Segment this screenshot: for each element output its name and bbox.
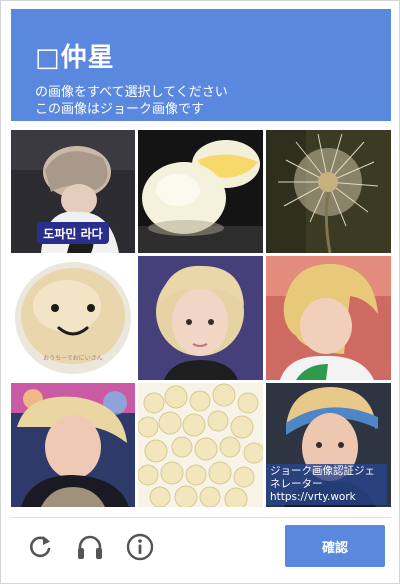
image-grid: 도파민 라다 おうちーでおにいさん ジョーク画像認証ジェネレーター https:… (11, 130, 391, 507)
watermark-url: https://vrty.work (270, 491, 356, 503)
tile-caption: 도파민 라다 (43, 226, 102, 241)
photo-person-3 (266, 256, 391, 380)
image-tile-7[interactable] (11, 383, 135, 507)
photo-person-4 (11, 383, 135, 507)
image-tile-8[interactable] (138, 383, 263, 507)
watermark-title: ジョーク画像認証ジェネレーター (270, 465, 375, 490)
challenge-note: この画像はジョーク画像です (35, 102, 205, 117)
image-tile-6[interactable] (266, 256, 391, 380)
tile-caption: おうちーでおにいさん (43, 355, 103, 362)
photo-mochi (138, 130, 263, 253)
photo-snacks (138, 383, 263, 507)
image-tile-2[interactable] (138, 130, 263, 253)
generator-watermark: ジョーク画像認証ジェネレーター https://vrty.work (266, 464, 387, 505)
verify-button[interactable]: 確認 (285, 525, 385, 567)
image-tile-5[interactable] (138, 256, 263, 380)
image-tile-3[interactable] (266, 130, 391, 253)
photo-smiley-bun: おうちーでおにいさん (11, 256, 135, 380)
reload-icon[interactable] (25, 532, 55, 562)
captcha-widget: □仲星 の画像をすべて選択してください この画像はジョーク画像です 도파민 라다 (0, 0, 400, 584)
info-icon[interactable] (125, 532, 155, 562)
footer-divider (11, 517, 391, 518)
photo-person-2 (138, 256, 263, 380)
challenge-title: □仲星 (35, 43, 115, 73)
image-tile-4[interactable]: おうちーでおにいさん (11, 256, 135, 380)
headphones-icon[interactable] (75, 532, 105, 562)
challenge-header: □仲星 の画像をすべて選択してください この画像はジョーク画像です (11, 9, 391, 121)
photo-dandelion (266, 130, 391, 253)
image-tile-1[interactable]: 도파민 라다 (11, 130, 135, 253)
image-tile-9[interactable]: ジョーク画像認証ジェネレーター https://vrty.work (266, 383, 391, 507)
photo-person-1: 도파민 라다 (11, 130, 135, 253)
